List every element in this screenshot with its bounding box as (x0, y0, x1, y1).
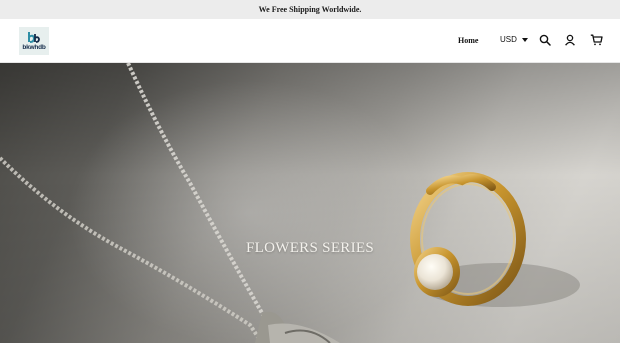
site-logo[interactable]: bkwhdb (19, 27, 49, 55)
logo-text: bkwhdb (22, 44, 46, 51)
nav-home-link[interactable]: Home (458, 36, 478, 45)
logo-mark-icon (27, 31, 41, 44)
hero-title: FLOWERS SERIES (246, 240, 374, 256)
cart-icon[interactable] (589, 33, 603, 47)
announcement-bar: We Free Shipping Worldwide. (0, 0, 620, 19)
announcement-text: We Free Shipping Worldwide. (258, 5, 362, 14)
hero-jewelry-image (0, 63, 580, 343)
currency-value: USD (500, 35, 517, 44)
search-icon[interactable] (538, 33, 552, 47)
caret-down-icon (521, 37, 528, 42)
currency-selector[interactable]: USD (500, 35, 528, 44)
site-header: bkwhdb Home USD (0, 19, 620, 63)
hero-banner[interactable]: FLOWERS SERIES (0, 63, 620, 343)
account-icon[interactable] (563, 33, 577, 47)
